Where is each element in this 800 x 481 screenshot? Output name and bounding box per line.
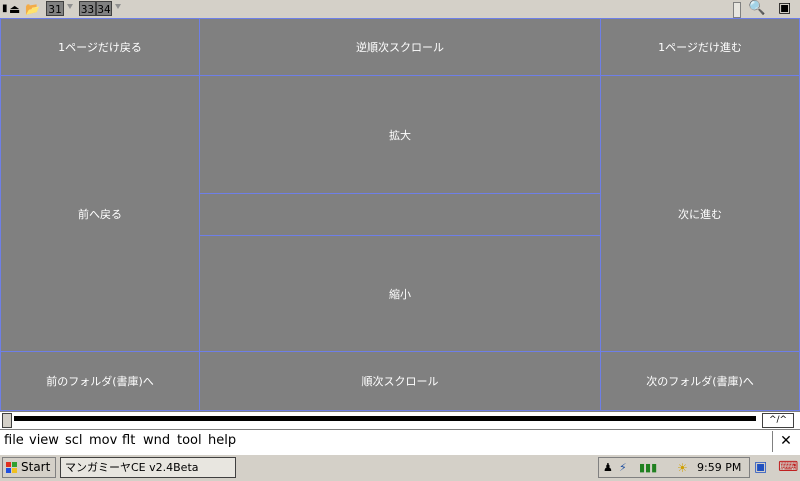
clock[interactable]: 9:59 PM — [697, 459, 741, 476]
menu-flt[interactable]: flt — [122, 433, 135, 448]
scroll-label: ^/^ — [762, 413, 794, 428]
next-folder-zone[interactable]: 次のフォルダ(書庫)へ — [600, 351, 800, 411]
page-number-display[interactable]: 31 — [46, 1, 64, 16]
menu-help[interactable]: help — [208, 433, 236, 448]
center-zone[interactable] — [199, 193, 601, 236]
start-label: Start — [21, 460, 51, 474]
keyboard-icon[interactable]: ⌨ — [778, 459, 798, 475]
windows-flag-icon — [6, 462, 18, 474]
spread-left-page-display[interactable]: 33 — [79, 1, 96, 16]
battery-icon[interactable]: ▮▮▮ — [639, 460, 657, 476]
toolbar-scroll-slot[interactable] — [733, 2, 741, 18]
menu-view[interactable]: view — [29, 433, 59, 448]
spread-right-page-display[interactable]: 34 — [96, 1, 112, 16]
touch-zone-grid: 1ページだけ戻る 逆順次スクロール 1ページだけ進む 前へ戻る 拡大 縮小 次に… — [0, 18, 800, 411]
page-dropdown-arrow[interactable] — [67, 4, 73, 9]
scroll-zone[interactable]: 順次スクロール — [199, 351, 601, 411]
scroll-track[interactable] — [14, 416, 756, 421]
handle-icon: ▮ — [2, 3, 8, 14]
page-scroll-strip[interactable]: ^/^ — [0, 411, 800, 429]
menu-wnd[interactable]: wnd — [143, 433, 170, 448]
window-icon[interactable]: ▣ — [778, 0, 791, 16]
desktop-icon[interactable]: ▣ — [754, 459, 767, 475]
network-icon[interactable]: ⚡ — [619, 460, 627, 476]
magnifier-icon[interactable]: 🔍 — [748, 0, 765, 16]
forward-zone[interactable]: 次に進む — [600, 75, 800, 352]
back-zone[interactable]: 前へ戻る — [0, 75, 200, 352]
menu-bar: file view scl mov flt wnd tool help ✕ — [0, 429, 800, 454]
menu-scl[interactable]: scl — [65, 433, 83, 448]
reverse-scroll-zone[interactable]: 逆順次スクロール — [199, 18, 601, 76]
brightness-icon[interactable]: ☀ — [677, 460, 688, 476]
taskbar: Start マンガミーヤCE v2.4Beta ♟ ⚡ ▮▮▮ ☀ 9:59 P… — [0, 454, 800, 481]
next-page-zone[interactable]: 1ページだけ進む — [600, 18, 800, 76]
prev-folder-zone[interactable]: 前のフォルダ(書庫)へ — [0, 351, 200, 411]
system-tray: ♟ ⚡ ▮▮▮ ☀ 9:59 PM — [598, 457, 750, 478]
scroll-thumb[interactable] — [2, 413, 12, 428]
task-button-mangameeya[interactable]: マンガミーヤCE v2.4Beta — [60, 457, 236, 478]
close-button[interactable]: ✕ — [772, 431, 799, 452]
zoom-out-zone[interactable]: 縮小 — [199, 235, 601, 352]
start-button[interactable]: Start — [2, 457, 56, 478]
menu-mov[interactable]: mov — [89, 433, 117, 448]
menu-tool[interactable]: tool — [177, 433, 202, 448]
zoom-in-zone[interactable]: 拡大 — [199, 75, 601, 194]
menu-file[interactable]: file — [4, 433, 24, 448]
prev-page-zone[interactable]: 1ページだけ戻る — [0, 18, 200, 76]
folder-open-icon[interactable]: 📂 — [25, 1, 40, 17]
user-icon[interactable]: ♟ — [603, 460, 613, 476]
spread-dropdown-arrow[interactable] — [115, 4, 121, 9]
eject-icon[interactable]: ⏏ — [9, 1, 20, 17]
top-toolbar: ▮ ⏏ 📂 31 33 34 🔍 ▣ — [0, 0, 800, 19]
